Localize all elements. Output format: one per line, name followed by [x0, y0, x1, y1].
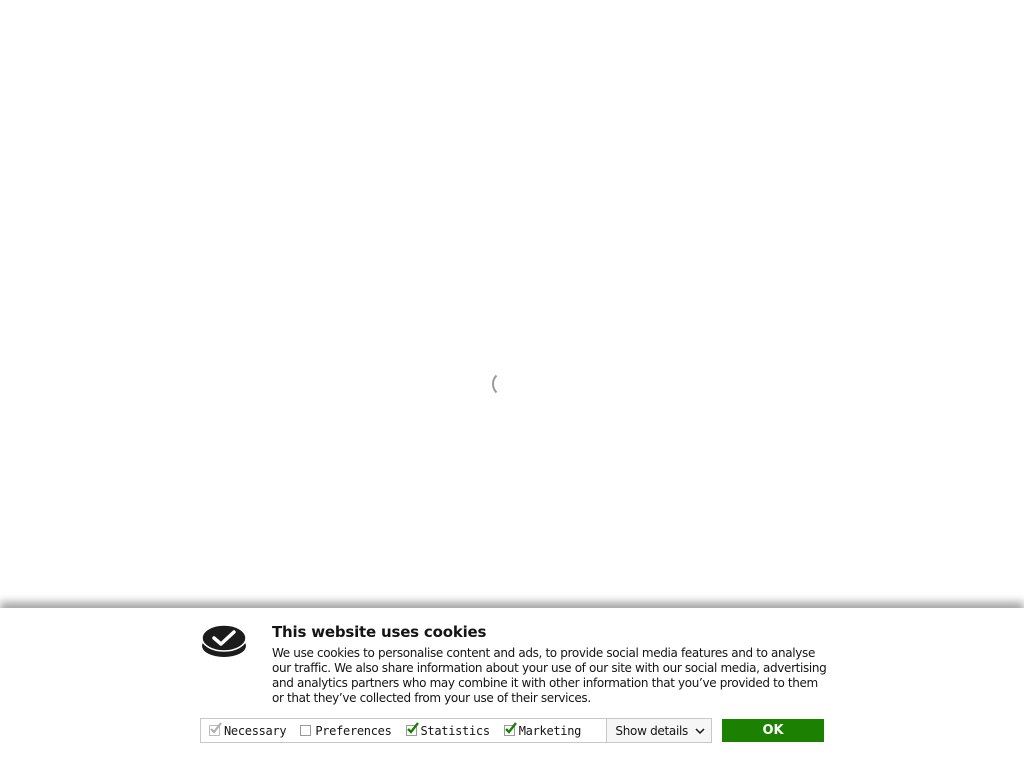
statistics-label: Statistics: [420, 723, 491, 738]
necessary-label: Necessary: [224, 723, 287, 738]
show-details-label: Show details: [615, 723, 688, 738]
loading-spinner-icon: [492, 371, 518, 397]
preferences-label: Preferences: [315, 723, 392, 738]
show-details-toggle[interactable]: Show details: [606, 719, 711, 742]
chevron-down-icon: [695, 727, 705, 734]
marketing-label: Marketing: [518, 723, 582, 738]
consent-marketing[interactable]: Marketing: [503, 719, 582, 742]
check-icon: [210, 722, 222, 734]
check-icon: [504, 722, 517, 734]
cookie-consent-banner: This website uses cookies We use cookies…: [0, 608, 1024, 768]
statistics-checkbox[interactable]: [405, 722, 419, 736]
necessary-checkbox[interactable]: [209, 722, 222, 736]
consent-preferences[interactable]: Preferences: [300, 719, 392, 742]
check-icon: [406, 722, 419, 734]
preferences-checkbox[interactable]: [300, 725, 312, 736]
marketing-checkbox[interactable]: [503, 722, 517, 736]
cookie-banner-description: We use cookies to personalise content an…: [272, 646, 827, 705]
consent-statistics[interactable]: Statistics: [405, 719, 491, 742]
consent-necessary[interactable]: Necessary: [209, 719, 287, 742]
cookiebot-check-icon: [201, 624, 247, 657]
ok-button[interactable]: OK: [722, 719, 824, 742]
cookie-banner-title: This website uses cookies: [272, 623, 487, 641]
consent-options: Necessary Preferences Statistics Marketi…: [200, 718, 712, 743]
